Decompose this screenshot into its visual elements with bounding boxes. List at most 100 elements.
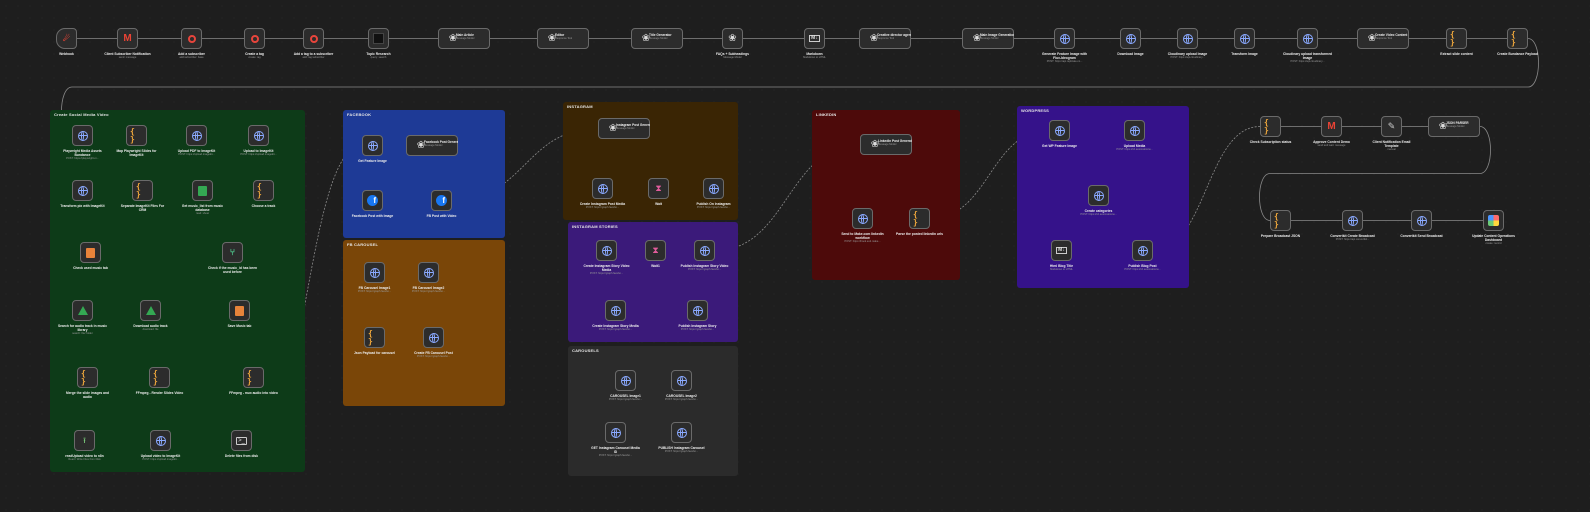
node-ca3[interactable]: GET Instagram Carousel Media ID POST: htt… [591,422,640,457]
node-s11[interactable]: Search for audio track in music library s… [58,300,107,335]
facebook-icon: f [435,194,448,207]
node-s14[interactable]: { } Merge the slide images and audio [66,367,109,399]
node-r8[interactable]: Update Content Operations Dashboard creat… [1472,210,1515,245]
node-fb3[interactable]: f Facebook Post with Image [352,190,393,218]
node-fc4[interactable]: Create FB Carousel Post POST: https://gra… [414,327,453,358]
node-faqs[interactable]: ❀ FAQs + Subheadings Message Model [716,28,749,59]
node-s12[interactable]: Download audio track download: file [133,300,168,331]
node-subtitle: Message Model [649,37,668,40]
node-label: Add a tag to a subscriber add: tag:subscr… [289,52,339,59]
node-ca4[interactable]: PUBLISH Instagram Carousel POST: https://… [658,422,705,453]
node-is5[interactable]: Publish Instagram Story POST: https://gra… [679,300,716,331]
node-title: Extract slide content [1440,52,1473,56]
group-facebook[interactable]: FACEBOOK [343,110,505,238]
node-label: Transform Image [1220,52,1270,56]
node-r6[interactable]: Convertkit Create Broadcast POST: https:/… [1330,210,1375,241]
node-li3[interactable]: { } Parse the posted linkedin urls [896,208,943,236]
node-extract[interactable]: { } Extract slide content [1440,28,1473,56]
group-title: CAROUSELS [572,348,599,353]
node-is4[interactable]: Create Instagram Story Media POST: https:… [592,300,639,331]
node-ig2[interactable]: Create Instagram Post Media POST: https:/… [580,178,625,209]
node-label: Update Content Operations Dashboard creat… [1469,234,1519,245]
node-cloud-up2[interactable]: Cloudinary upload transformed Image POST:… [1283,28,1332,63]
node-main-image[interactable]: ❀ Main Image Generation... Message Model [962,28,1014,49]
node-ca2[interactable]: CAROUSEL Image2 POST: https://graph.faceb… [665,370,698,401]
node-r2[interactable]: M Approve Content Demo send:and:wait: mess… [1313,116,1350,147]
node-is3[interactable]: Publish Instagram Story Video POST: https… [681,240,728,271]
node-add-sub[interactable]: Add a subscriber add:subscriber: base [178,28,205,59]
node-main-article[interactable]: ❀ Main Article Message Model [438,28,490,49]
node-s17[interactable]: ⭱ readUpload video to n8n Read / Write Fil… [65,430,104,461]
node-is2[interactable]: ⧗ Wait1 [645,240,666,268]
node-create-video[interactable]: ❀ Create Video Content Response Tool [1357,28,1409,49]
node-ca1[interactable]: CAROUSEL Image1 POST: https://graph.faceb… [609,370,642,401]
node-r5[interactable]: { } Prepare Broadcast JSON [1261,210,1300,238]
node-li2[interactable]: Send to Make.com linkedin workflow POST: … [841,208,884,243]
node-download[interactable]: Download Image [1117,28,1144,56]
node-title: Update Content Operations Dashboard [1472,234,1515,242]
node-s10[interactable]: ⑂ Check if the music_id has been used bef… [208,242,257,274]
node-transform[interactable]: Transform Image [1231,28,1258,56]
node-topic[interactable]: Topic Research query: search [366,28,391,59]
node-subtitle: add:subscriber: base [179,56,204,59]
group-social[interactable]: Create Social Media Video [50,110,305,472]
node-wp5[interactable]: Publish Blog Post POST: https://sh.automa… [1124,240,1161,271]
node-create-tag[interactable]: Create a tag create: tag [244,28,265,59]
node-ig4[interactable]: Publish On Instagram POST: https://graph.… [696,178,731,209]
node-r1[interactable]: { } Check Subscription status [1250,116,1291,144]
node-wp1[interactable]: Get WP Feature Image [1042,120,1077,148]
node-s9[interactable]: Check used music tab [73,242,108,270]
node-title: Parse the posted linkedin urls [896,232,943,236]
node-ig1[interactable]: ❀Instagram Post GeneratorMessage Model [598,118,650,139]
node-fb4[interactable]: f FB Post with Video [427,190,456,218]
node-s5[interactable]: Transform pix with ImageKit [60,180,105,208]
node-title-gen[interactable]: ❀ Title Generator Message Model [631,28,683,49]
node-cloud-up[interactable]: Cloudinary upload Image POST: https://api… [1168,28,1207,59]
node-r3[interactable]: ✎ Client Notification Email Template manua… [1373,116,1410,151]
node-r7[interactable]: Convertkit Send Broadcast [1400,210,1443,238]
node-label: Download Image [1106,52,1156,56]
node-is1[interactable]: Create Instagram Story Video Media POST: … [583,240,630,275]
node-fc3[interactable]: { } Json Payload for carousel [354,327,395,355]
node-li1[interactable]: ❀ LinkedIn Post Generator Message Model [860,134,912,155]
node-subtitle: POST: https://graph.facebo... [680,328,715,331]
node-title: Save Music tab [227,324,252,328]
node-wp2[interactable]: Upload Media POST: https://sh.automationw… [1116,120,1153,151]
node-label: Playwright Media Assets Bundance POST: ht… [58,149,108,160]
node-label: Create FB Carousel Post POST: https://gra… [409,351,459,358]
node-s7[interactable]: Get music_list from music database read: … [182,180,223,215]
node-create-bundle[interactable]: { } Create Bundance Payload [1497,28,1538,56]
node-s16[interactable]: { } FFmpeg - mux audio into video [229,367,278,395]
node-add-tag-sub[interactable]: Add a tag to a subscriber add: tag:subscr… [294,28,333,59]
node-fb2[interactable]: ❀Facebook Post GeneratorMessage Model [406,135,458,156]
node-s18[interactable]: Upload video to ImageKit POST: https://up… [141,430,180,461]
node-wp4[interactable]: M↓ Html Blog Title Markdown to HTML [1050,240,1073,271]
node-fc1[interactable]: FB Carousel Image1 POST: https://graph.fa… [358,262,391,293]
node-s4[interactable]: Upload to ImageKit POST: https://upload.i… [240,125,277,156]
node-s13[interactable]: Save Music tab [228,300,251,328]
node-r4[interactable]: ❀ JSON PARSER Message Model [1428,116,1480,137]
node-s3[interactable]: Upload PDF to ImageKit POST: https://uplo… [178,125,215,156]
node-label: Upload PDF to ImageKit POST: https://uplo… [172,149,222,156]
node-markdown[interactable]: M↓ Markdown Markdown to HTML [803,28,826,59]
node-title: Playwright Media Assets Bundance [63,149,102,157]
node-editor[interactable]: ❀ Editor Response Tool [537,28,589,49]
node-fb1[interactable]: Get Feature Image [358,135,387,163]
node-webhook[interactable]: ☄ Webhook [56,28,77,56]
node-s6[interactable]: { } Separate ImageKit Files For CRM [121,180,164,212]
node-ig3[interactable]: ⧗ Wait [648,178,669,206]
workflow-canvas[interactable]: Create Social Media Video FACEBOOK FB CARO… [0,0,1590,512]
node-s19[interactable]: >_ Delete files from disk [225,430,258,458]
node-s2[interactable]: { } Map Playwright Slides for ImageKit [116,125,157,157]
node-s1[interactable]: Playwright Media Assets Bundance POST: ht… [63,125,102,160]
node-label: Delete files from disk [217,454,267,458]
globe-icon [76,184,89,197]
node-gen-feature[interactable]: Generate Feature Image with Flux-Ideogra… [1042,28,1087,63]
node-s15[interactable]: { } FFmpeg - Render Slides Video [136,367,183,395]
node-title: Wait [655,202,662,206]
node-client-sub[interactable]: M Client Subscriber Notification send: mes… [104,28,151,59]
node-creative[interactable]: ❀ Creative director agent Response Tool [859,28,911,49]
node-s8[interactable]: { } Choose a track [252,180,275,208]
node-wp3[interactable]: Create categories POST: https://sh.automa… [1080,185,1117,216]
node-fc2[interactable]: FB Carousel Image2 POST: https://graph.fa… [412,262,445,293]
